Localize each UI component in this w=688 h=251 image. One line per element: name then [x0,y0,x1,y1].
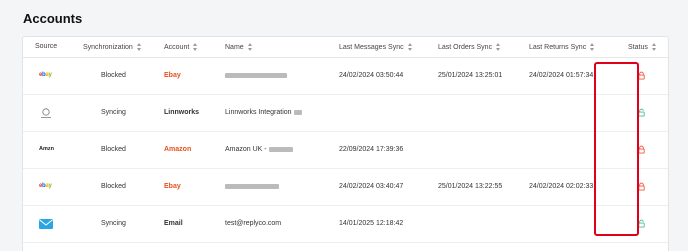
last-messages-sync: 24/02/2024 03:40:47 [339,183,404,190]
sort-icon[interactable] [136,43,142,51]
amazon-logo-icon: Amzn [39,146,54,152]
column-header-synchronization[interactable]: Synchronization [83,43,142,51]
account-name[interactable]: Ebay [164,72,181,79]
ebay-logo-icon: ebay [39,183,52,189]
sort-icon[interactable] [407,43,413,51]
accounts-table: Source Synchronization Account Name Last… [22,36,669,251]
column-header-last-messages-sync[interactable]: Last Messages Sync [339,43,413,51]
column-header-status[interactable]: Status [628,43,657,51]
last-orders-sync: 25/01/2024 13:22:55 [438,183,503,190]
column-header-name[interactable]: Name [225,43,253,51]
sort-icon[interactable] [590,43,595,51]
column-header-source: Source [35,43,58,50]
column-header-last-returns-sync[interactable]: Last Returns Sync [529,43,595,51]
sort-icon[interactable] [496,43,501,51]
account-display-name [225,72,287,79]
account-display-name: Amazon UK - [225,146,293,153]
column-header-account[interactable]: Account [164,43,198,51]
table-row[interactable]: Amzn Blocked Amazon Amazon UK - 22/09/20… [23,132,668,169]
account-display-name: Linnworks Integration [225,109,302,116]
table-row[interactable]: Syncing Linnworks Linnworks Integration [23,95,668,132]
last-messages-sync: 24/02/2024 03:50:44 [339,72,404,79]
linnworks-logo-icon [41,108,51,118]
last-messages-sync: 14/01/2025 12:18:42 [339,220,404,227]
sync-status: Blocked [101,146,126,153]
account-name[interactable]: Ebay [164,183,181,190]
table-row[interactable]: ebay Blocked Ebay 24/02/2024 03:40:47 25… [23,169,668,206]
last-orders-sync: 25/01/2024 13:25:01 [438,72,503,79]
sync-status: Syncing [101,220,126,227]
sort-icon[interactable] [651,43,657,51]
account-display-name: test@replyco.com [225,220,282,227]
last-returns-sync: 24/02/2024 02:02:33 [529,183,594,190]
sort-icon[interactable] [193,43,198,51]
sync-status: Blocked [101,72,126,79]
account-name[interactable]: Linnworks [164,109,199,116]
table-row[interactable]: ebay Blocked Ebay 24/02/2024 03:50:44 25… [23,58,668,95]
last-returns-sync: 24/02/2024 01:57:34 [529,72,594,79]
page-title: Accounts [23,11,83,26]
account-display-name [225,183,279,190]
sort-icon[interactable] [247,43,253,51]
sync-status: Blocked [101,183,126,190]
ebay-logo-icon: ebay [39,72,52,78]
column-header-last-orders-sync[interactable]: Last Orders Sync [438,43,501,51]
account-name[interactable]: Email [164,220,183,227]
status-highlight-box [594,62,639,236]
last-messages-sync: 22/09/2024 17:39:36 [339,146,404,153]
email-icon [39,219,53,229]
table-row[interactable]: Syncing Email test@replyco.com 14/01/202… [23,206,668,243]
sync-status: Syncing [101,109,126,116]
table-header: Source Synchronization Account Name Last… [23,37,668,58]
account-name[interactable]: Amazon [164,146,191,153]
